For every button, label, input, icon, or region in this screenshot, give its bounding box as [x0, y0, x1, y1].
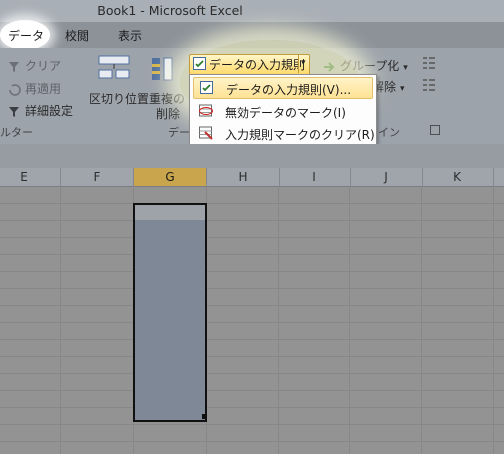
gridline: [0, 356, 504, 357]
data-validation-dropdown-arrow[interactable]: ▾: [298, 55, 309, 73]
dialog-launcher-icon[interactable]: [430, 125, 440, 135]
column-header-h[interactable]: H: [207, 168, 280, 186]
active-cell[interactable]: [135, 205, 205, 220]
gridline: [0, 203, 504, 204]
gridline: [0, 254, 504, 255]
tab-view[interactable]: 表示: [118, 27, 142, 44]
window-title: Book1 - Microsoft Excel: [97, 3, 243, 18]
menu-item-label: データの入力規則(V)...: [226, 83, 352, 97]
advanced-filter-button[interactable]: 詳細設定: [8, 102, 73, 119]
menu-item-label: 無効データのマーク(I): [225, 106, 346, 120]
show-detail-icon[interactable]: [421, 56, 437, 70]
gridline: [0, 288, 504, 289]
gridline: [278, 186, 279, 454]
text-to-columns-button[interactable]: 区切り位置: [89, 90, 149, 107]
column-header-f[interactable]: F: [61, 168, 134, 186]
clear-filter-label: クリア: [25, 59, 62, 73]
menu-item-clear-validation-circles[interactable]: 入力規則マークのクリア(R): [193, 123, 375, 145]
text-to-columns-icon: [98, 54, 132, 84]
gridline: [421, 186, 422, 454]
tab-review[interactable]: 校閲: [65, 27, 89, 44]
tab-data[interactable]: データ: [8, 27, 44, 44]
column-header-e[interactable]: E: [0, 168, 61, 186]
gridline: [493, 186, 494, 454]
clear-filter-icon: [8, 61, 22, 73]
clear-filter-button[interactable]: クリア: [8, 57, 61, 74]
gridline: [0, 339, 504, 340]
column-header-j[interactable]: J: [350, 168, 423, 186]
gridline: [0, 424, 504, 425]
gridline: [0, 271, 504, 272]
gridline: [0, 390, 504, 391]
chevron-down-icon: ▾: [403, 63, 408, 73]
column-header-i[interactable]: I: [278, 168, 351, 186]
hide-detail-icon[interactable]: [421, 78, 437, 92]
data-validation-button-label: データの入力規則: [209, 58, 306, 72]
outline-group-label: イン: [378, 126, 400, 139]
reapply-filter-label: 再適用: [25, 82, 62, 96]
menu-item-data-validation[interactable]: データの入力規則(V)...: [193, 77, 373, 99]
chevron-down-icon: ▾: [400, 84, 405, 94]
reapply-icon: [8, 83, 22, 96]
gridline: [0, 237, 504, 238]
filter-group-label: ルター: [0, 126, 33, 139]
gridline: [0, 220, 504, 221]
gridline: [0, 305, 504, 306]
gridline: [349, 186, 350, 454]
chevron-down-icon: ▾: [301, 58, 306, 68]
gridline: [0, 373, 504, 374]
data-validation-icon: [193, 57, 207, 71]
menu-item-label: 入力規則マークのクリア(R): [225, 128, 375, 142]
remove-duplicates-label-2[interactable]: 削除: [156, 105, 180, 122]
clear-circles-icon: [199, 126, 213, 140]
circle-invalid-icon: [199, 104, 213, 118]
fill-handle[interactable]: [202, 414, 207, 419]
menu-item-circle-invalid-data[interactable]: 無効データのマーク(I): [193, 101, 373, 123]
remove-duplicates-icon: [150, 56, 176, 84]
column-header-g[interactable]: G: [134, 168, 207, 186]
advanced-filter-icon: [8, 106, 22, 118]
selected-range[interactable]: [133, 203, 207, 422]
data-validation-icon: [200, 81, 214, 95]
gridline: [0, 441, 504, 442]
reapply-filter-button[interactable]: 再適用: [8, 80, 61, 97]
gridline: [60, 186, 61, 454]
formula-bar-area: [0, 144, 504, 168]
gridline: [0, 322, 504, 323]
advanced-filter-label: 詳細設定: [25, 104, 74, 118]
gridline: [0, 407, 504, 408]
column-header-k[interactable]: K: [421, 168, 494, 186]
data-tools-group-label: デー: [168, 126, 190, 139]
